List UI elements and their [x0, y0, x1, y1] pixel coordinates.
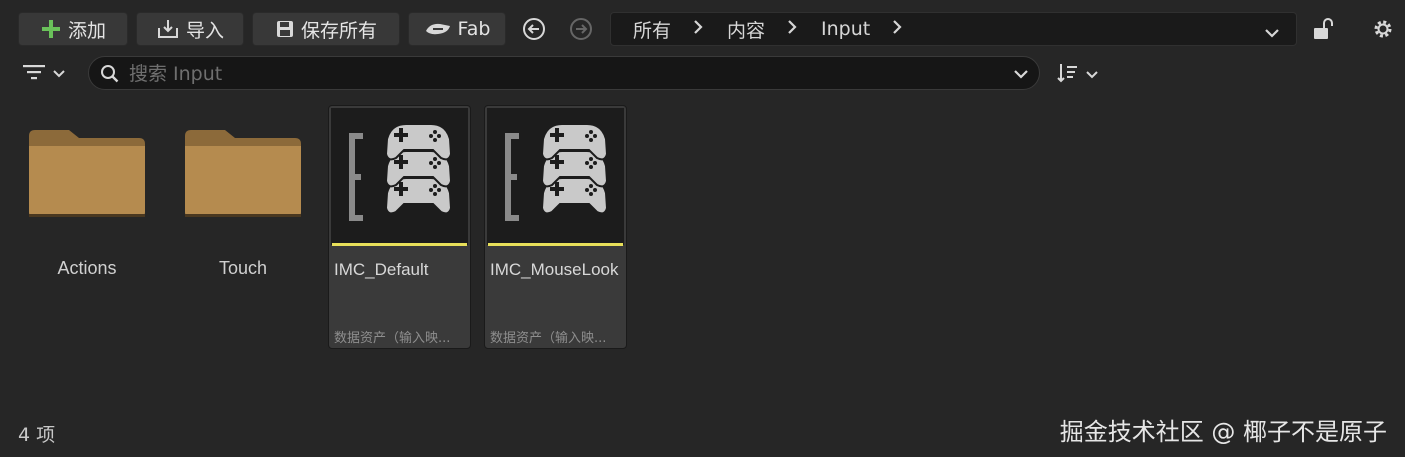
asset-tile-imc-mouselook[interactable]: IMC_MouseLook 数据资产（输入映... [484, 105, 627, 349]
asset-type-color-bar [332, 243, 467, 246]
search-box [88, 56, 1040, 90]
fab-icon [424, 20, 452, 38]
import-button[interactable]: 导入 [136, 12, 244, 46]
chevron-down-icon[interactable] [1013, 67, 1029, 85]
forward-button[interactable] [568, 16, 594, 42]
search-input[interactable] [127, 61, 991, 87]
save-all-button[interactable]: 保存所有 [252, 12, 400, 46]
save-icon [275, 19, 295, 39]
import-icon [156, 18, 180, 40]
folder-tile-touch[interactable]: Touch [183, 128, 303, 278]
breadcrumb-item-input[interactable]: Input [821, 18, 870, 40]
chevron-right-icon[interactable] [787, 18, 797, 40]
chevron-right-icon[interactable] [892, 18, 902, 40]
sort-icon [1056, 62, 1080, 89]
arrow-left-circle-icon [523, 18, 545, 40]
asset-type: 数据资产（输入映... [334, 331, 451, 346]
asset-thumbnail [487, 108, 624, 245]
asset-type-color-bar [488, 243, 623, 246]
chevron-down-icon[interactable] [1264, 22, 1280, 44]
sort-button[interactable] [1056, 62, 1099, 89]
search-icon [100, 64, 120, 89]
save-all-button-label: 保存所有 [300, 19, 377, 42]
gear-icon[interactable] [1371, 17, 1395, 46]
asset-name: IMC_Default [334, 260, 429, 279]
folder-tile-actions[interactable]: Actions [27, 128, 147, 278]
folder-name: Touch [218, 258, 268, 278]
add-button[interactable]: 添加 [18, 12, 128, 46]
filter-icon [22, 62, 46, 87]
breadcrumb-item-content[interactable]: 内容 [727, 16, 765, 43]
gamepad-stack-icon [505, 123, 609, 221]
folder-icon [185, 130, 301, 217]
content-browser-toolbar: 添加 导入 保存所有 Fab 所有 内容 Input [0, 0, 1405, 60]
import-button-label: 导入 [185, 19, 224, 42]
asset-type: 数据资产（输入映... [490, 331, 607, 346]
chevron-down-icon [52, 66, 66, 84]
chevron-right-icon[interactable] [693, 18, 703, 40]
arrow-right-circle-icon [570, 18, 592, 40]
add-button-label: 添加 [67, 19, 106, 42]
breadcrumb-item-all[interactable]: 所有 [633, 16, 671, 43]
back-button[interactable] [521, 16, 547, 42]
item-count: 4 项 [18, 424, 56, 446]
plus-icon [40, 18, 62, 40]
gamepad-stack-icon [349, 123, 453, 221]
asset-tile-imc-default[interactable]: IMC_Default 数据资产（输入映... [328, 105, 471, 349]
folder-name: Actions [57, 258, 117, 278]
filter-button[interactable] [22, 62, 66, 87]
lock-open-icon[interactable] [1312, 17, 1336, 46]
asset-name: IMC_MouseLook [490, 260, 619, 279]
fab-button[interactable]: Fab [408, 12, 506, 46]
asset-thumbnail [331, 108, 468, 245]
search-row [0, 52, 1405, 92]
breadcrumb: 所有 内容 Input [610, 12, 1297, 46]
folder-icon [29, 130, 145, 217]
fab-button-label: Fab [457, 18, 491, 40]
watermark: 掘金技术社区 @ 椰子不是原子 [1059, 418, 1387, 446]
chevron-down-icon [1085, 67, 1099, 85]
